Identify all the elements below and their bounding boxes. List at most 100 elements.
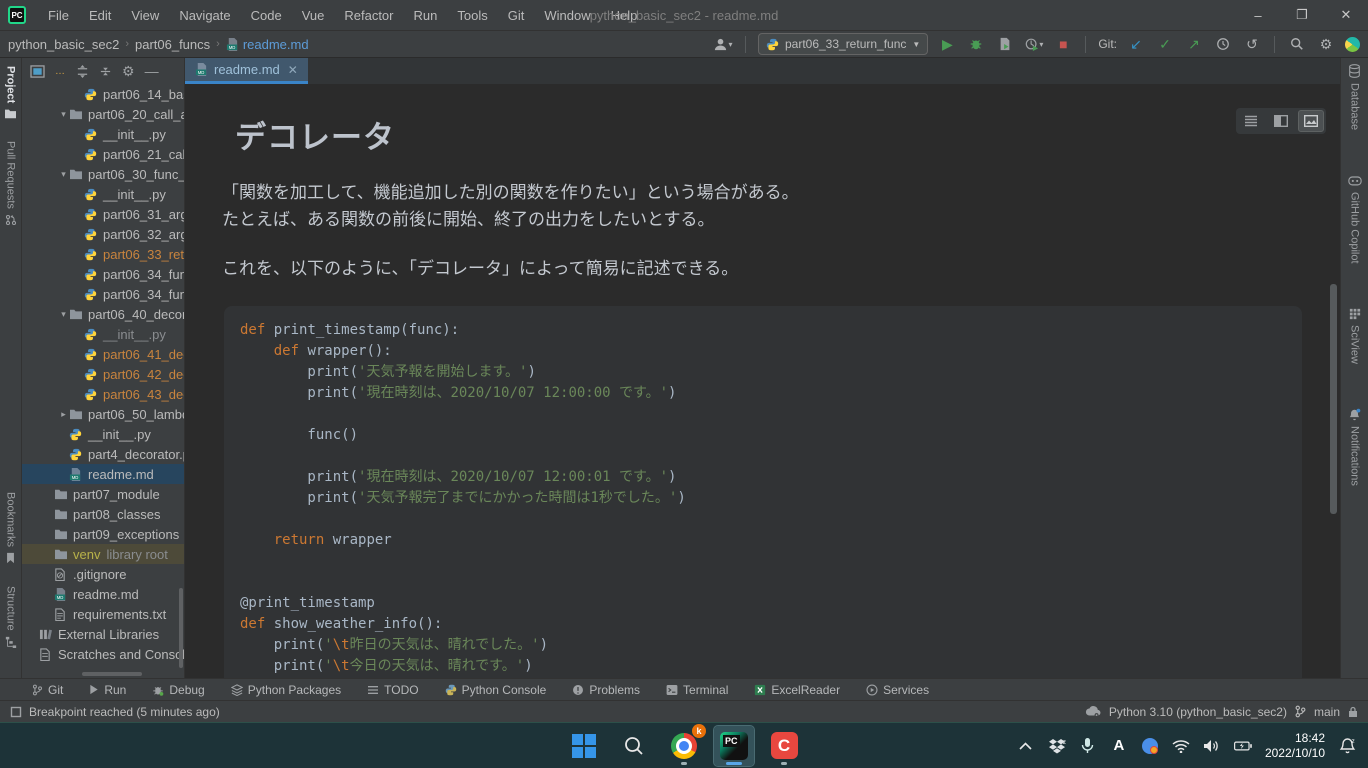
tree-item[interactable]: __init__.py — [22, 184, 184, 204]
tree-item[interactable]: __init__.py — [22, 124, 184, 144]
tool-window-button-run[interactable]: Run — [89, 683, 126, 697]
python-interpreter[interactable]: Python 3.10 (python_basic_sec2) — [1109, 705, 1287, 719]
project-view-selector-icon[interactable] — [30, 65, 45, 78]
menu-git[interactable]: Git — [500, 5, 533, 26]
microphone-icon[interactable] — [1079, 737, 1097, 754]
tool-window-button-problems[interactable]: Problems — [572, 683, 640, 697]
tool-stripe-project[interactable]: Project — [4, 66, 17, 119]
settings-gear-icon[interactable]: ⚙ — [1316, 34, 1336, 54]
app-tray-icon[interactable] — [1141, 738, 1159, 754]
menu-refactor[interactable]: Refactor — [336, 5, 401, 26]
tree-item[interactable]: part07_module — [22, 484, 184, 504]
pycharm-taskbar-button[interactable]: PC — [714, 726, 754, 766]
tree-item[interactable]: Scratches and Consoles — [22, 644, 184, 664]
menu-file[interactable]: File — [40, 5, 77, 26]
expand-all-icon[interactable] — [76, 65, 89, 78]
tree-item[interactable]: part06_33_return_fu — [22, 244, 184, 264]
history-button[interactable] — [1213, 34, 1233, 54]
tree-item[interactable]: part06_14_basic.py — [22, 84, 184, 104]
breadcrumb-file[interactable]: MD readme.md — [226, 37, 309, 52]
more-options-icon[interactable]: … — [55, 66, 66, 77]
hide-panel-icon[interactable]: — — [145, 63, 159, 79]
tool-window-button-git[interactable]: Git — [32, 683, 63, 697]
tool-stripe-github-copilot[interactable]: GitHub Copilot — [1348, 174, 1362, 264]
wifi-icon[interactable] — [1172, 739, 1190, 753]
stop-button[interactable]: ■ — [1053, 34, 1073, 54]
run-button[interactable]: ▶ — [937, 34, 957, 54]
tree-item[interactable]: ▾part06_30_func_args_ar — [22, 164, 184, 184]
tree-item[interactable]: part06_32_args_are_f — [22, 224, 184, 244]
tree-item[interactable]: part06_21_call_args_ — [22, 144, 184, 164]
volume-icon[interactable] — [1203, 739, 1221, 753]
breadcrumb-folder[interactable]: part06_funcs — [135, 37, 210, 52]
run-configuration-select[interactable]: part06_33_return_func ▼ — [758, 33, 928, 55]
git-push-button[interactable]: ↗ — [1184, 34, 1204, 54]
tab-readme-md[interactable]: MD readme.md ✕ — [185, 58, 308, 84]
menu-view[interactable]: View — [123, 5, 167, 26]
panel-settings-gear-icon[interactable]: ⚙ — [122, 63, 135, 80]
tool-window-button-debug[interactable]: Debug — [152, 683, 204, 697]
expand-chevron-icon[interactable]: ▾ — [58, 309, 69, 320]
debug-button[interactable] — [966, 34, 986, 54]
git-commit-button[interactable]: ✓ — [1155, 34, 1175, 54]
close-tab-icon[interactable]: ✕ — [288, 63, 298, 77]
tree-item[interactable]: ▾part06_20_call_args_kwa — [22, 104, 184, 124]
menu-code[interactable]: Code — [243, 5, 290, 26]
tree-item[interactable]: part06_34_funcs_in_ — [22, 264, 184, 284]
tool-stripe-sciview[interactable]: SciView — [1349, 308, 1361, 364]
ime-indicator[interactable]: A — [1110, 737, 1128, 754]
tool-window-button-services[interactable]: Services — [866, 683, 929, 697]
tree-item[interactable]: part06_34_funcs_in_ — [22, 284, 184, 304]
close-button[interactable]: ✕ — [1324, 0, 1368, 30]
status-message[interactable]: Breakpoint reached (5 minutes ago) — [29, 705, 220, 719]
editor-only-view-icon[interactable] — [1238, 110, 1264, 132]
tree-item[interactable]: External Libraries — [22, 624, 184, 644]
menu-edit[interactable]: Edit — [81, 5, 119, 26]
tree-item[interactable]: part09_exceptions — [22, 524, 184, 544]
tree-item[interactable]: ▾part06_40_decorator — [22, 304, 184, 324]
tool-window-button-excelreader[interactable]: ExcelReader — [754, 683, 840, 697]
tree-item[interactable]: part08_classes — [22, 504, 184, 524]
dropbox-icon[interactable]: z — [1048, 738, 1066, 754]
vertical-scrollbar[interactable] — [179, 588, 183, 668]
chrome-taskbar-button[interactable]: k — [664, 726, 704, 766]
tree-item[interactable]: MDreadme.md — [22, 584, 184, 604]
editor-scrollbar[interactable] — [1330, 284, 1337, 514]
menu-navigate[interactable]: Navigate — [171, 5, 238, 26]
git-update-button[interactable]: ↙ — [1126, 34, 1146, 54]
tool-stripe-bookmarks[interactable]: Bookmarks — [5, 492, 17, 564]
tool-window-button-todo[interactable]: TODO — [367, 683, 418, 697]
tool-stripe-structure[interactable]: Structure — [5, 586, 17, 648]
lock-icon[interactable] — [1348, 706, 1358, 718]
tool-window-button-python-packages[interactable]: Python Packages — [231, 683, 341, 697]
search-everywhere-icon[interactable] — [1287, 34, 1307, 54]
breadcrumb-project[interactable]: python_basic_sec2 — [8, 37, 119, 52]
tray-overflow-chevron-icon[interactable] — [1017, 742, 1035, 750]
tree-item[interactable]: __init__.py — [22, 324, 184, 344]
tree-item[interactable]: part06_41_deco_den — [22, 344, 184, 364]
battery-icon[interactable] — [1234, 740, 1252, 752]
expand-chevron-icon[interactable]: ▸ — [58, 409, 69, 420]
profiler-button[interactable]: ▾ — [1024, 34, 1044, 54]
minimize-button[interactable]: – — [1236, 0, 1280, 30]
camtasia-taskbar-button[interactable]: C — [764, 726, 804, 766]
git-branch-name[interactable]: main — [1314, 705, 1340, 719]
horizontal-scrollbar[interactable] — [82, 672, 142, 676]
tool-stripe-database[interactable]: Database — [1348, 64, 1361, 130]
restore-button[interactable]: ❐ — [1280, 0, 1324, 30]
notification-bell-icon[interactable]: z — [1338, 737, 1356, 754]
menu-vue[interactable]: Vue — [294, 5, 333, 26]
run-with-coverage-button[interactable] — [995, 34, 1015, 54]
split-view-icon[interactable] — [1268, 110, 1294, 132]
preview-only-view-icon[interactable] — [1298, 110, 1324, 132]
code-with-me-icon[interactable] — [1345, 37, 1360, 52]
expand-chevron-icon[interactable]: ▾ — [58, 169, 69, 180]
expand-chevron-icon[interactable]: ▾ — [58, 109, 69, 120]
tool-window-button-terminal[interactable]: Terminal — [666, 683, 728, 697]
tree-item[interactable]: part06_31_args_are_f — [22, 204, 184, 224]
tree-item[interactable]: ▸part06_50_lambda — [22, 404, 184, 424]
menu-run[interactable]: Run — [406, 5, 446, 26]
tree-item[interactable]: MDreadme.md — [22, 464, 184, 484]
start-button[interactable] — [564, 726, 604, 766]
tree-item[interactable]: .gitignore — [22, 564, 184, 584]
